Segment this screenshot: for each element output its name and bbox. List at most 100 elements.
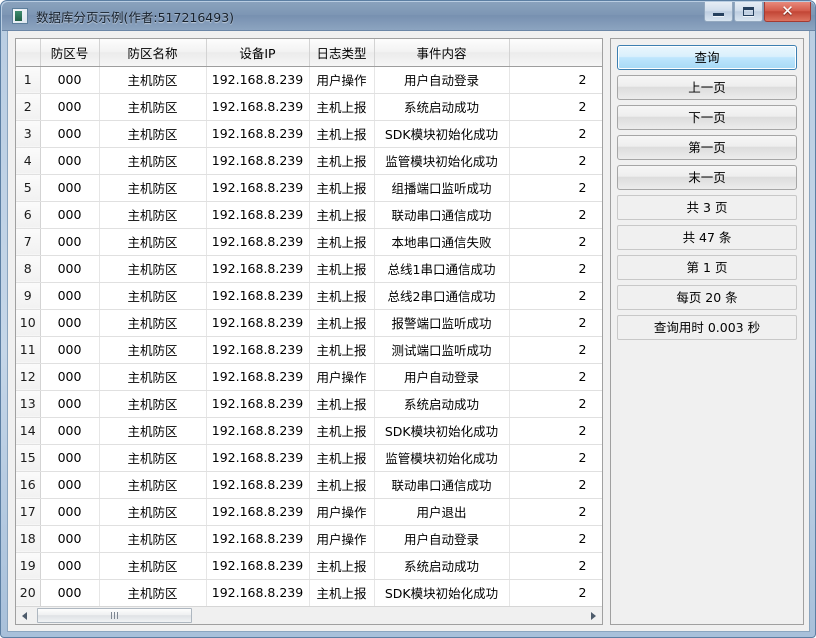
cell-device_ip[interactable]: 192.168.8.239 xyxy=(206,66,309,93)
row-header-cell[interactable]: 11 xyxy=(16,336,40,363)
cell-event[interactable]: 监管模块初始化成功 xyxy=(374,444,509,471)
cell-zone_name[interactable]: 主机防区 xyxy=(99,444,206,471)
table-row[interactable]: 20000主机防区192.168.8.239主机上报SDK模块初始化成功2 xyxy=(16,579,602,606)
cell-event[interactable]: 联动串口通信成功 xyxy=(374,471,509,498)
cell-zone_no[interactable]: 000 xyxy=(40,174,99,201)
cell-log_type[interactable]: 主机上报 xyxy=(309,174,374,201)
row-header-cell[interactable]: 17 xyxy=(16,498,40,525)
cell-event[interactable]: 测试端口监听成功 xyxy=(374,336,509,363)
cell-event[interactable]: 总线2串口通信成功 xyxy=(374,282,509,309)
cell-zone_no[interactable]: 000 xyxy=(40,363,99,390)
cell-zone_no[interactable]: 000 xyxy=(40,417,99,444)
cell-device_ip[interactable]: 192.168.8.239 xyxy=(206,417,309,444)
cell-time[interactable]: 2 xyxy=(509,471,602,498)
cell-time[interactable]: 2 xyxy=(509,363,602,390)
row-header-cell[interactable]: 8 xyxy=(16,255,40,282)
row-header-cell[interactable]: 20 xyxy=(16,579,40,606)
row-header-cell[interactable]: 16 xyxy=(16,471,40,498)
cell-event[interactable]: 系统启动成功 xyxy=(374,552,509,579)
column-header-event[interactable]: 事件内容 xyxy=(374,39,509,66)
cell-zone_no[interactable]: 000 xyxy=(40,309,99,336)
cell-event[interactable]: SDK模块初始化成功 xyxy=(374,120,509,147)
cell-zone_no[interactable]: 000 xyxy=(40,336,99,363)
cell-device_ip[interactable]: 192.168.8.239 xyxy=(206,363,309,390)
cell-time[interactable]: 2 xyxy=(509,579,602,606)
cell-log_type[interactable]: 主机上报 xyxy=(309,336,374,363)
cell-device_ip[interactable]: 192.168.8.239 xyxy=(206,309,309,336)
table-row[interactable]: 4000主机防区192.168.8.239主机上报监管模块初始化成功2 xyxy=(16,147,602,174)
cell-zone_name[interactable]: 主机防区 xyxy=(99,309,206,336)
cell-device_ip[interactable]: 192.168.8.239 xyxy=(206,282,309,309)
cell-zone_name[interactable]: 主机防区 xyxy=(99,120,206,147)
cell-time[interactable]: 2 xyxy=(509,147,602,174)
cell-device_ip[interactable]: 192.168.8.239 xyxy=(206,390,309,417)
cell-device_ip[interactable]: 192.168.8.239 xyxy=(206,444,309,471)
cell-zone_no[interactable]: 000 xyxy=(40,201,99,228)
table-row[interactable]: 12000主机防区192.168.8.239用户操作用户自动登录2 xyxy=(16,363,602,390)
column-header-rownum[interactable] xyxy=(16,39,40,66)
query-button[interactable]: 查询 xyxy=(617,45,797,70)
table-row[interactable]: 1000主机防区192.168.8.239用户操作用户自动登录2 xyxy=(16,66,602,93)
cell-log_type[interactable]: 主机上报 xyxy=(309,282,374,309)
cell-zone_name[interactable]: 主机防区 xyxy=(99,147,206,174)
cell-device_ip[interactable]: 192.168.8.239 xyxy=(206,498,309,525)
cell-event[interactable]: 用户自动登录 xyxy=(374,525,509,552)
row-header-cell[interactable]: 5 xyxy=(16,174,40,201)
row-header-cell[interactable]: 9 xyxy=(16,282,40,309)
cell-time[interactable]: 2 xyxy=(509,228,602,255)
row-header-cell[interactable]: 1 xyxy=(16,66,40,93)
cell-log_type[interactable]: 用户操作 xyxy=(309,525,374,552)
cell-device_ip[interactable]: 192.168.8.239 xyxy=(206,201,309,228)
minimize-button[interactable] xyxy=(704,2,733,22)
table-row[interactable]: 5000主机防区192.168.8.239主机上报组播端口监听成功2 xyxy=(16,174,602,201)
cell-zone_name[interactable]: 主机防区 xyxy=(99,66,206,93)
cell-zone_no[interactable]: 000 xyxy=(40,255,99,282)
cell-time[interactable]: 2 xyxy=(509,174,602,201)
cell-time[interactable]: 2 xyxy=(509,417,602,444)
cell-device_ip[interactable]: 192.168.8.239 xyxy=(206,93,309,120)
column-header-log-type[interactable]: 日志类型 xyxy=(309,39,374,66)
prev-page-button[interactable]: 上一页 xyxy=(617,75,797,100)
cell-device_ip[interactable]: 192.168.8.239 xyxy=(206,255,309,282)
table-row[interactable]: 8000主机防区192.168.8.239主机上报总线1串口通信成功2 xyxy=(16,255,602,282)
cell-time[interactable]: 2 xyxy=(509,498,602,525)
scroll-right-button[interactable] xyxy=(585,607,602,624)
cell-time[interactable]: 2 xyxy=(509,282,602,309)
cell-log_type[interactable]: 主机上报 xyxy=(309,552,374,579)
cell-zone_no[interactable]: 000 xyxy=(40,120,99,147)
first-page-button[interactable]: 第一页 xyxy=(617,135,797,160)
table-row[interactable]: 16000主机防区192.168.8.239主机上报联动串口通信成功2 xyxy=(16,471,602,498)
cell-zone_name[interactable]: 主机防区 xyxy=(99,471,206,498)
cell-log_type[interactable]: 主机上报 xyxy=(309,417,374,444)
cell-zone_no[interactable]: 000 xyxy=(40,390,99,417)
cell-log_type[interactable]: 主机上报 xyxy=(309,201,374,228)
table-row[interactable]: 10000主机防区192.168.8.239主机上报报警端口监听成功2 xyxy=(16,309,602,336)
table-row[interactable]: 19000主机防区192.168.8.239主机上报系统启动成功2 xyxy=(16,552,602,579)
column-header-zone-no[interactable]: 防区号 xyxy=(40,39,99,66)
row-header-cell[interactable]: 12 xyxy=(16,363,40,390)
cell-zone_name[interactable]: 主机防区 xyxy=(99,201,206,228)
cell-time[interactable]: 2 xyxy=(509,66,602,93)
cell-event[interactable]: 系统启动成功 xyxy=(374,93,509,120)
cell-zone_name[interactable]: 主机防区 xyxy=(99,390,206,417)
table-row[interactable]: 17000主机防区192.168.8.239用户操作用户退出2 xyxy=(16,498,602,525)
cell-time[interactable]: 2 xyxy=(509,309,602,336)
table-row[interactable]: 18000主机防区192.168.8.239用户操作用户自动登录2 xyxy=(16,525,602,552)
row-header-cell[interactable]: 10 xyxy=(16,309,40,336)
cell-log_type[interactable]: 主机上报 xyxy=(309,147,374,174)
cell-event[interactable]: SDK模块初始化成功 xyxy=(374,417,509,444)
cell-time[interactable]: 2 xyxy=(509,336,602,363)
cell-log_type[interactable]: 主机上报 xyxy=(309,471,374,498)
row-header-cell[interactable]: 4 xyxy=(16,147,40,174)
cell-zone_no[interactable]: 000 xyxy=(40,525,99,552)
cell-device_ip[interactable]: 192.168.8.239 xyxy=(206,579,309,606)
scrollbar-track[interactable] xyxy=(33,607,585,624)
cell-zone_name[interactable]: 主机防区 xyxy=(99,417,206,444)
cell-event[interactable]: 本地串口通信失败 xyxy=(374,228,509,255)
table-row[interactable]: 13000主机防区192.168.8.239主机上报系统启动成功2 xyxy=(16,390,602,417)
table-row[interactable]: 6000主机防区192.168.8.239主机上报联动串口通信成功2 xyxy=(16,201,602,228)
row-header-cell[interactable]: 14 xyxy=(16,417,40,444)
table-row[interactable]: 9000主机防区192.168.8.239主机上报总线2串口通信成功2 xyxy=(16,282,602,309)
cell-time[interactable]: 2 xyxy=(509,390,602,417)
cell-zone_no[interactable]: 000 xyxy=(40,282,99,309)
